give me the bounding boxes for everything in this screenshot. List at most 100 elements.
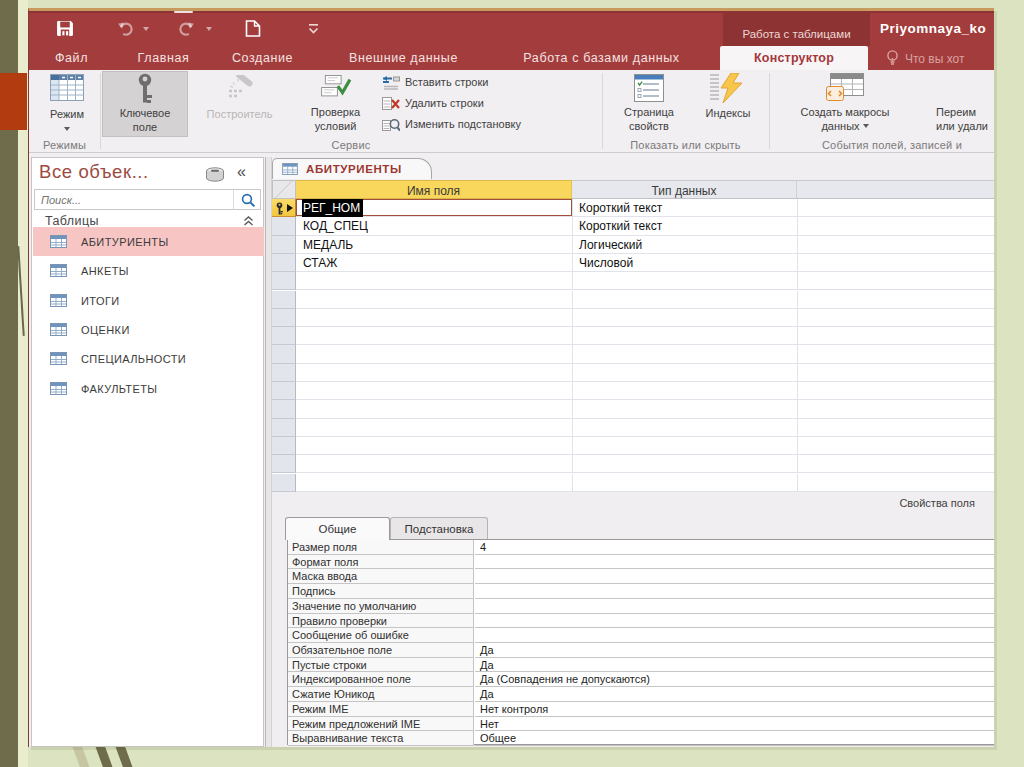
field-type-cell[interactable] xyxy=(572,437,797,455)
tell-me-box[interactable]: Что вы хот xyxy=(886,50,964,70)
field-desc-cell[interactable] xyxy=(797,272,994,290)
field-type-cell[interactable]: Числовой xyxy=(572,254,797,272)
row-selector[interactable] xyxy=(272,437,296,455)
property-value[interactable]: Нет xyxy=(475,717,994,732)
tab-external-data[interactable]: Внешние данные xyxy=(334,46,473,70)
row-selector-key[interactable] xyxy=(272,199,296,217)
row-selector[interactable] xyxy=(272,400,296,418)
column-header-data-type[interactable]: Тип данных xyxy=(572,180,797,199)
field-type-cell[interactable] xyxy=(572,291,797,309)
nav-item-abiturienty[interactable]: АБИТУРИЕНТЫ xyxy=(33,227,264,256)
field-desc-cell[interactable] xyxy=(797,309,994,327)
tab-create[interactable]: Создание xyxy=(226,46,299,70)
search-box[interactable] xyxy=(34,189,261,210)
nav-item-ankety[interactable]: АНКЕТЫ xyxy=(33,256,264,285)
property-value[interactable]: Да xyxy=(475,643,994,658)
field-name-cell[interactable] xyxy=(296,272,572,290)
field-name-cell[interactable] xyxy=(296,327,572,345)
field-desc-cell[interactable] xyxy=(797,437,994,455)
property-value[interactable]: Да (Совпадения не допускаются) xyxy=(475,672,994,687)
row-selector[interactable] xyxy=(272,419,296,437)
property-row[interactable]: Индексированное полеДа (Совпадения не до… xyxy=(288,672,994,687)
field-type-cell[interactable] xyxy=(572,364,797,382)
search-input[interactable] xyxy=(35,190,233,209)
property-row[interactable]: Сжатие ЮникодДа xyxy=(288,687,994,702)
empty-field-row[interactable] xyxy=(272,327,994,345)
property-value[interactable]: Да xyxy=(475,687,994,702)
row-selector[interactable] xyxy=(272,474,296,492)
field-name-cell[interactable] xyxy=(296,309,572,327)
field-desc-cell[interactable] xyxy=(797,291,994,309)
row-selector[interactable] xyxy=(272,291,296,309)
navigation-pane-title[interactable]: Все объек... xyxy=(39,161,149,183)
modify-lookups-button[interactable]: Изменить подстановку xyxy=(382,118,521,138)
property-value[interactable] xyxy=(475,599,994,614)
view-button[interactable]: Режим xyxy=(34,71,100,137)
field-type-cell[interactable] xyxy=(572,382,797,400)
field-name-cell[interactable]: КОД_СПЕЦ xyxy=(296,217,572,235)
row-selector[interactable] xyxy=(272,327,296,345)
field-name-cell[interactable]: СТАЖ xyxy=(296,254,572,272)
field-row-reg-nom[interactable]: РЕГ_НОМ Короткий текст xyxy=(272,199,994,217)
field-desc-cell[interactable] xyxy=(797,382,994,400)
create-data-macros-button[interactable]: Создать макросы данных xyxy=(787,71,903,137)
field-name-cell[interactable] xyxy=(296,382,572,400)
field-type-cell[interactable] xyxy=(572,327,797,345)
rename-delete-macro-button[interactable]: Переим или удали xyxy=(934,71,994,137)
title-bar[interactable]: Работа с таблицами Priyomnaya_ko xyxy=(29,11,994,46)
undo-dropdown-caret[interactable] xyxy=(143,27,149,31)
field-type-cell[interactable] xyxy=(572,474,797,492)
field-type-cell[interactable]: Логический xyxy=(572,236,797,254)
nav-item-fakultety[interactable]: ФАКУЛЬТЕТЫ xyxy=(33,374,264,403)
field-desc-cell[interactable] xyxy=(797,455,994,473)
field-desc-cell[interactable] xyxy=(797,345,994,363)
property-row[interactable]: Формат поля xyxy=(288,555,994,570)
field-name-cell[interactable] xyxy=(296,345,572,363)
field-name-cell[interactable]: РЕГ_НОМ xyxy=(296,199,572,217)
empty-field-row[interactable] xyxy=(272,382,994,400)
property-value[interactable] xyxy=(475,584,994,599)
field-desc-cell[interactable] xyxy=(797,419,994,437)
empty-field-row[interactable] xyxy=(272,437,994,455)
property-value[interactable] xyxy=(475,628,994,643)
row-selector[interactable] xyxy=(272,217,296,235)
empty-field-row[interactable] xyxy=(272,364,994,382)
field-row-kod-spec[interactable]: КОД_СПЕЦ Короткий текст xyxy=(272,217,994,235)
field-desc-cell[interactable] xyxy=(797,217,994,235)
tab-database-tools[interactable]: Работа с базами данных xyxy=(504,46,699,70)
empty-field-row[interactable] xyxy=(272,455,994,473)
tab-file[interactable]: Файл xyxy=(49,46,94,70)
document-tab-abiturienty[interactable]: АБИТУРИЕНТЫ xyxy=(272,158,432,179)
redo-icon[interactable] xyxy=(177,20,195,37)
column-header-description[interactable] xyxy=(797,180,994,199)
row-selector[interactable] xyxy=(272,364,296,382)
empty-field-row[interactable] xyxy=(272,400,994,418)
property-value[interactable]: Общее xyxy=(475,731,994,746)
primary-key-button[interactable]: Ключевое поле xyxy=(102,71,188,137)
property-value[interactable] xyxy=(475,569,994,584)
property-row[interactable]: Сообщение об ошибке xyxy=(288,628,994,643)
shutter-bar-close-icon[interactable]: « xyxy=(237,163,245,181)
empty-field-row[interactable] xyxy=(272,309,994,327)
property-row[interactable]: Правило проверки xyxy=(288,614,994,629)
field-name-cell[interactable]: МЕДАЛЬ xyxy=(296,236,572,254)
property-row[interactable]: Режим IMEНет контроля xyxy=(288,702,994,717)
property-value[interactable]: Да xyxy=(475,658,994,673)
nav-item-specialnosti[interactable]: СПЕЦИАЛЬНОСТИ xyxy=(33,344,264,373)
property-row[interactable]: Маска ввода xyxy=(288,569,994,584)
empty-field-row[interactable] xyxy=(272,419,994,437)
row-selector[interactable] xyxy=(272,272,296,290)
field-type-cell[interactable] xyxy=(572,272,797,290)
property-row[interactable]: Режим предложений IMEНет xyxy=(288,717,994,732)
nav-item-ocenki[interactable]: ОЦЕНКИ xyxy=(33,315,264,344)
field-name-cell[interactable] xyxy=(296,474,572,492)
field-name-cell[interactable] xyxy=(296,364,572,382)
indexes-button[interactable]: Индексы xyxy=(691,71,765,137)
field-desc-cell[interactable] xyxy=(797,199,994,217)
field-desc-cell[interactable] xyxy=(797,327,994,345)
property-row[interactable]: Размер поля4 xyxy=(288,540,994,555)
properties-tab-general[interactable]: Общие xyxy=(285,517,390,540)
field-type-cell[interactable]: Короткий текст xyxy=(572,199,797,217)
field-type-cell[interactable] xyxy=(572,309,797,327)
field-desc-cell[interactable] xyxy=(797,400,994,418)
